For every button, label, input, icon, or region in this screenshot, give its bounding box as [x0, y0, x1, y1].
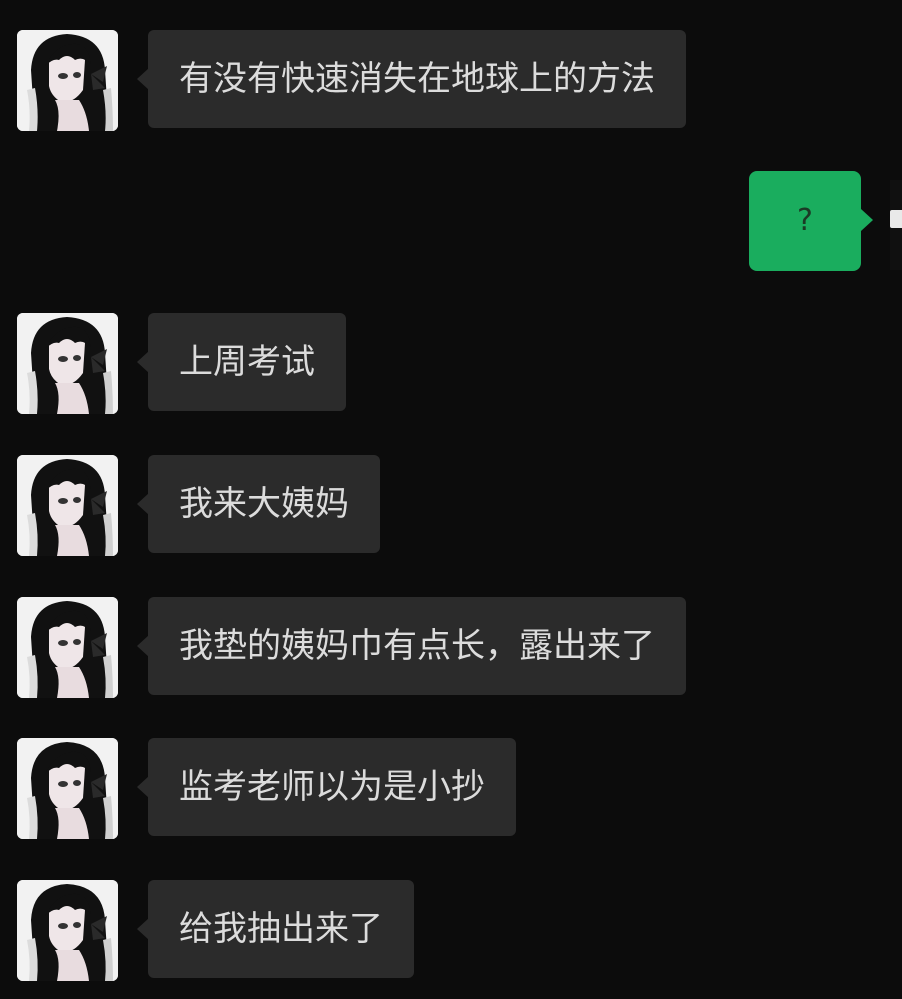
contact-avatar[interactable]	[17, 313, 118, 414]
anime-girl-avatar-icon	[17, 455, 118, 556]
anime-girl-avatar-icon	[17, 880, 118, 981]
incoming-message-bubble[interactable]: 有没有快速消失在地球上的方法	[137, 30, 686, 128]
contact-avatar[interactable]	[17, 30, 118, 131]
outgoing-message-bubble[interactable]: ?	[749, 171, 873, 271]
contact-avatar[interactable]	[17, 738, 118, 839]
incoming-message-bubble[interactable]: 上周考试	[137, 313, 346, 411]
contact-avatar[interactable]	[17, 880, 118, 981]
anime-girl-avatar-icon	[17, 313, 118, 414]
incoming-message-bubble[interactable]: 我垫的姨妈巾有点长，露出来了	[137, 597, 686, 695]
incoming-message-bubble[interactable]: 监考老师以为是小抄	[137, 738, 516, 836]
my-avatar[interactable]	[890, 180, 902, 270]
contact-avatar[interactable]	[17, 597, 118, 698]
anime-girl-avatar-icon	[17, 738, 118, 839]
contact-avatar[interactable]	[17, 455, 118, 556]
incoming-message-bubble[interactable]: 给我抽出来了	[137, 880, 414, 978]
chat-conversation: 有没有快速消失在地球上的方法 ? 上周考试 我来大姨妈 我垫的姨妈巾有点长，露出…	[0, 0, 902, 999]
anime-girl-avatar-icon	[17, 30, 118, 131]
anime-girl-avatar-icon	[17, 597, 118, 698]
incoming-message-bubble[interactable]: 我来大姨妈	[137, 455, 380, 553]
